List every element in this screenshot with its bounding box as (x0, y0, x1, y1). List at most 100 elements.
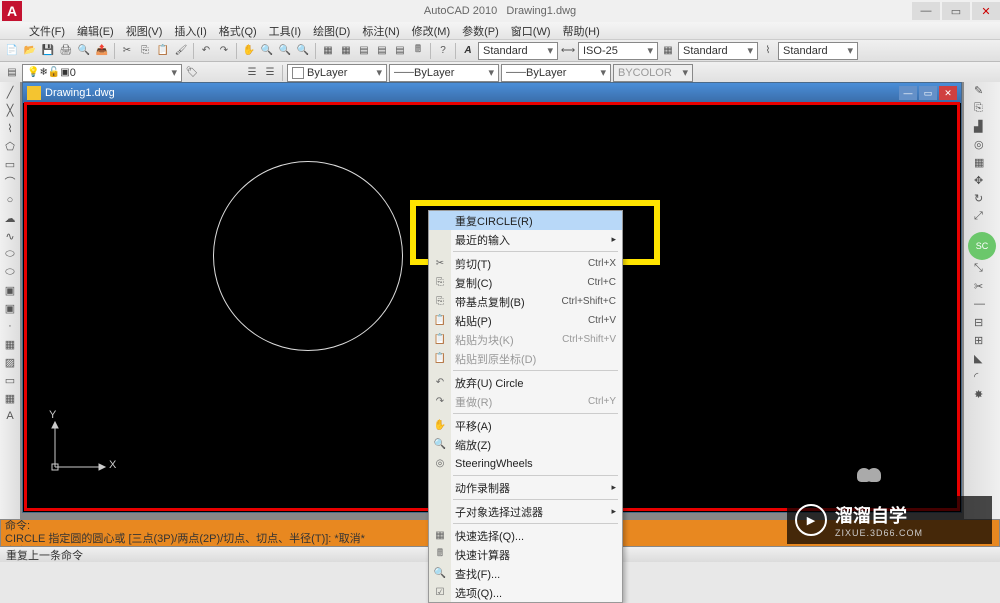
menu-window[interactable]: 窗口(W) (507, 22, 555, 40)
save-icon[interactable]: 💾 (40, 43, 56, 59)
ml-style-combo[interactable]: Standard▾ (778, 42, 858, 60)
match-icon[interactable]: 🖌 (173, 43, 189, 59)
menu-help[interactable]: 帮助(H) (559, 22, 604, 40)
polygon-icon[interactable]: ⬠ (2, 138, 18, 154)
zoom-rt-icon[interactable]: 🔍 (259, 43, 275, 59)
drawing-minimize[interactable]: — (899, 86, 917, 100)
fillet-icon[interactable]: ◜ (974, 370, 990, 386)
lineweight-combo[interactable]: —— ByLayer▾ (501, 64, 611, 82)
layer-props-icon[interactable]: ▤ (4, 65, 20, 81)
rectangle-icon[interactable]: ▭ (2, 156, 18, 172)
menu-modify[interactable]: 修改(M) (408, 22, 455, 40)
circle-icon[interactable]: ○ (2, 192, 18, 208)
point-icon[interactable]: · (2, 318, 18, 334)
menu-draw[interactable]: 绘图(D) (309, 22, 354, 40)
table-style-combo[interactable]: Standard▾ (678, 42, 758, 60)
context-menu-item-24[interactable]: ☑选项(Q)... (429, 583, 622, 602)
erase-icon[interactable]: ✎ (974, 84, 990, 100)
region-icon[interactable]: ▭ (2, 372, 18, 388)
arc-icon[interactable]: ⌒ (2, 174, 18, 190)
drawn-circle[interactable] (213, 161, 403, 351)
chamfer-icon[interactable]: ◣ (974, 352, 990, 368)
menu-edit[interactable]: 编辑(E) (73, 22, 118, 40)
context-menu-item-15[interactable]: ◎SteeringWheels (429, 454, 622, 473)
context-menu-item-0[interactable]: 重复CIRCLE(R) (429, 211, 622, 230)
text-style-icon[interactable]: A (460, 43, 476, 59)
break-icon[interactable]: ⊟ (974, 316, 990, 332)
revcloud-icon[interactable]: ☁ (2, 210, 18, 226)
xline-icon[interactable]: ╳ (2, 102, 18, 118)
calc-icon[interactable]: 🖩 (410, 43, 426, 59)
preview-icon[interactable]: 🔍 (76, 43, 92, 59)
context-menu-item-3[interactable]: ✂剪切(T)Ctrl+X (429, 254, 622, 273)
join-icon[interactable]: ⊞ (974, 334, 990, 350)
context-menu-item-23[interactable]: 🔍查找(F)... (429, 564, 622, 583)
scale-icon[interactable]: ⤢ (974, 210, 990, 226)
mtext-icon[interactable]: A (2, 408, 18, 424)
sheet-icon[interactable]: ▤ (374, 43, 390, 59)
help-icon[interactable]: ? (435, 43, 451, 59)
ellipse-icon[interactable]: ⬭ (2, 246, 18, 262)
ml-style-icon[interactable]: ⌇ (760, 43, 776, 59)
dim-style-combo[interactable]: ISO-25▾ (578, 42, 658, 60)
dim-style-icon[interactable]: ⟷ (560, 43, 576, 59)
linetype-combo[interactable]: —— ByLayer▾ (389, 64, 499, 82)
line-icon[interactable]: ╱ (2, 84, 18, 100)
table-icon[interactable]: ▦ (2, 390, 18, 406)
ellipse-arc-icon[interactable]: ⬭ (2, 264, 18, 280)
menu-param[interactable]: 参数(P) (458, 22, 503, 40)
redo-icon[interactable]: ↷ (216, 43, 232, 59)
layer-prev-icon[interactable]: 🏷 (184, 65, 200, 81)
drawing-close[interactable]: ✕ (939, 86, 957, 100)
copy-icon[interactable]: ⎘ (137, 43, 153, 59)
close-button[interactable]: ✕ (972, 2, 1000, 20)
undo-icon[interactable]: ↶ (198, 43, 214, 59)
menu-tools[interactable]: 工具(I) (265, 22, 305, 40)
gradient-icon[interactable]: ▨ (2, 354, 18, 370)
props-icon[interactable]: ▦ (320, 43, 336, 59)
array-icon[interactable]: ▦ (974, 156, 990, 172)
layer-combo[interactable]: 💡❄🔓▣ 0▾ (22, 64, 182, 82)
rotate-icon[interactable]: ↻ (974, 192, 990, 208)
extend-icon[interactable]: — (974, 298, 990, 314)
hatch-icon[interactable]: ▦ (2, 336, 18, 352)
trim-icon[interactable]: ✂ (974, 280, 990, 296)
comm-center-icon[interactable]: SC (968, 232, 996, 260)
maximize-button[interactable]: ▭ (942, 2, 970, 20)
new-icon[interactable]: 📄 (4, 43, 20, 59)
block-icon[interactable]: ▣ (2, 282, 18, 298)
mirror-icon[interactable]: ▟ (974, 120, 990, 136)
context-menu-item-6[interactable]: 📋粘贴(P)Ctrl+V (429, 311, 622, 330)
paste-icon[interactable]: 📋 (155, 43, 171, 59)
context-menu-item-22[interactable]: 🖩快速计算器 (429, 545, 622, 564)
plotstyle-combo[interactable]: BYCOLOR▾ (613, 64, 693, 82)
zoom-win-icon[interactable]: 🔍 (277, 43, 293, 59)
menu-format[interactable]: 格式(Q) (215, 22, 261, 40)
pan-icon[interactable]: ✋ (241, 43, 257, 59)
dc-icon[interactable]: ▦ (338, 43, 354, 59)
offset-icon[interactable]: ◎ (974, 138, 990, 154)
context-menu-item-10[interactable]: ↶放弃(U) Circle (429, 373, 622, 392)
zoom-prev-icon[interactable]: 🔍 (295, 43, 311, 59)
context-menu-item-19[interactable]: 子对象选择过滤器▸ (429, 502, 622, 521)
context-menu-item-13[interactable]: ✋平移(A) (429, 416, 622, 435)
context-menu-item-1[interactable]: 最近的输入▸ (429, 230, 622, 249)
insert-icon[interactable]: ▣ (2, 300, 18, 316)
markup-icon[interactable]: ▤ (392, 43, 408, 59)
copy-obj-icon[interactable]: ⎘ (974, 102, 990, 118)
menu-dim[interactable]: 标注(N) (358, 22, 403, 40)
explode-icon[interactable]: ✸ (974, 388, 990, 404)
stretch-icon[interactable]: ⤡ (974, 262, 990, 278)
plot-icon[interactable]: 🖨 (58, 43, 74, 59)
context-menu-item-4[interactable]: ⎘复制(C)Ctrl+C (429, 273, 622, 292)
layer-state-icon[interactable]: ☰ (244, 65, 260, 81)
table-style-icon[interactable]: ▦ (660, 43, 676, 59)
drawing-maximize[interactable]: ▭ (919, 86, 937, 100)
context-menu-item-21[interactable]: ▦快速选择(Q)... (429, 526, 622, 545)
menu-insert[interactable]: 插入(I) (170, 22, 210, 40)
tool-palette-icon[interactable]: ▤ (356, 43, 372, 59)
context-menu-item-14[interactable]: 🔍缩放(Z) (429, 435, 622, 454)
context-menu-item-5[interactable]: ⎘带基点复制(B)Ctrl+Shift+C (429, 292, 622, 311)
layer-iso-icon[interactable]: ☰ (262, 65, 278, 81)
text-style-combo[interactable]: Standard▾ (478, 42, 558, 60)
